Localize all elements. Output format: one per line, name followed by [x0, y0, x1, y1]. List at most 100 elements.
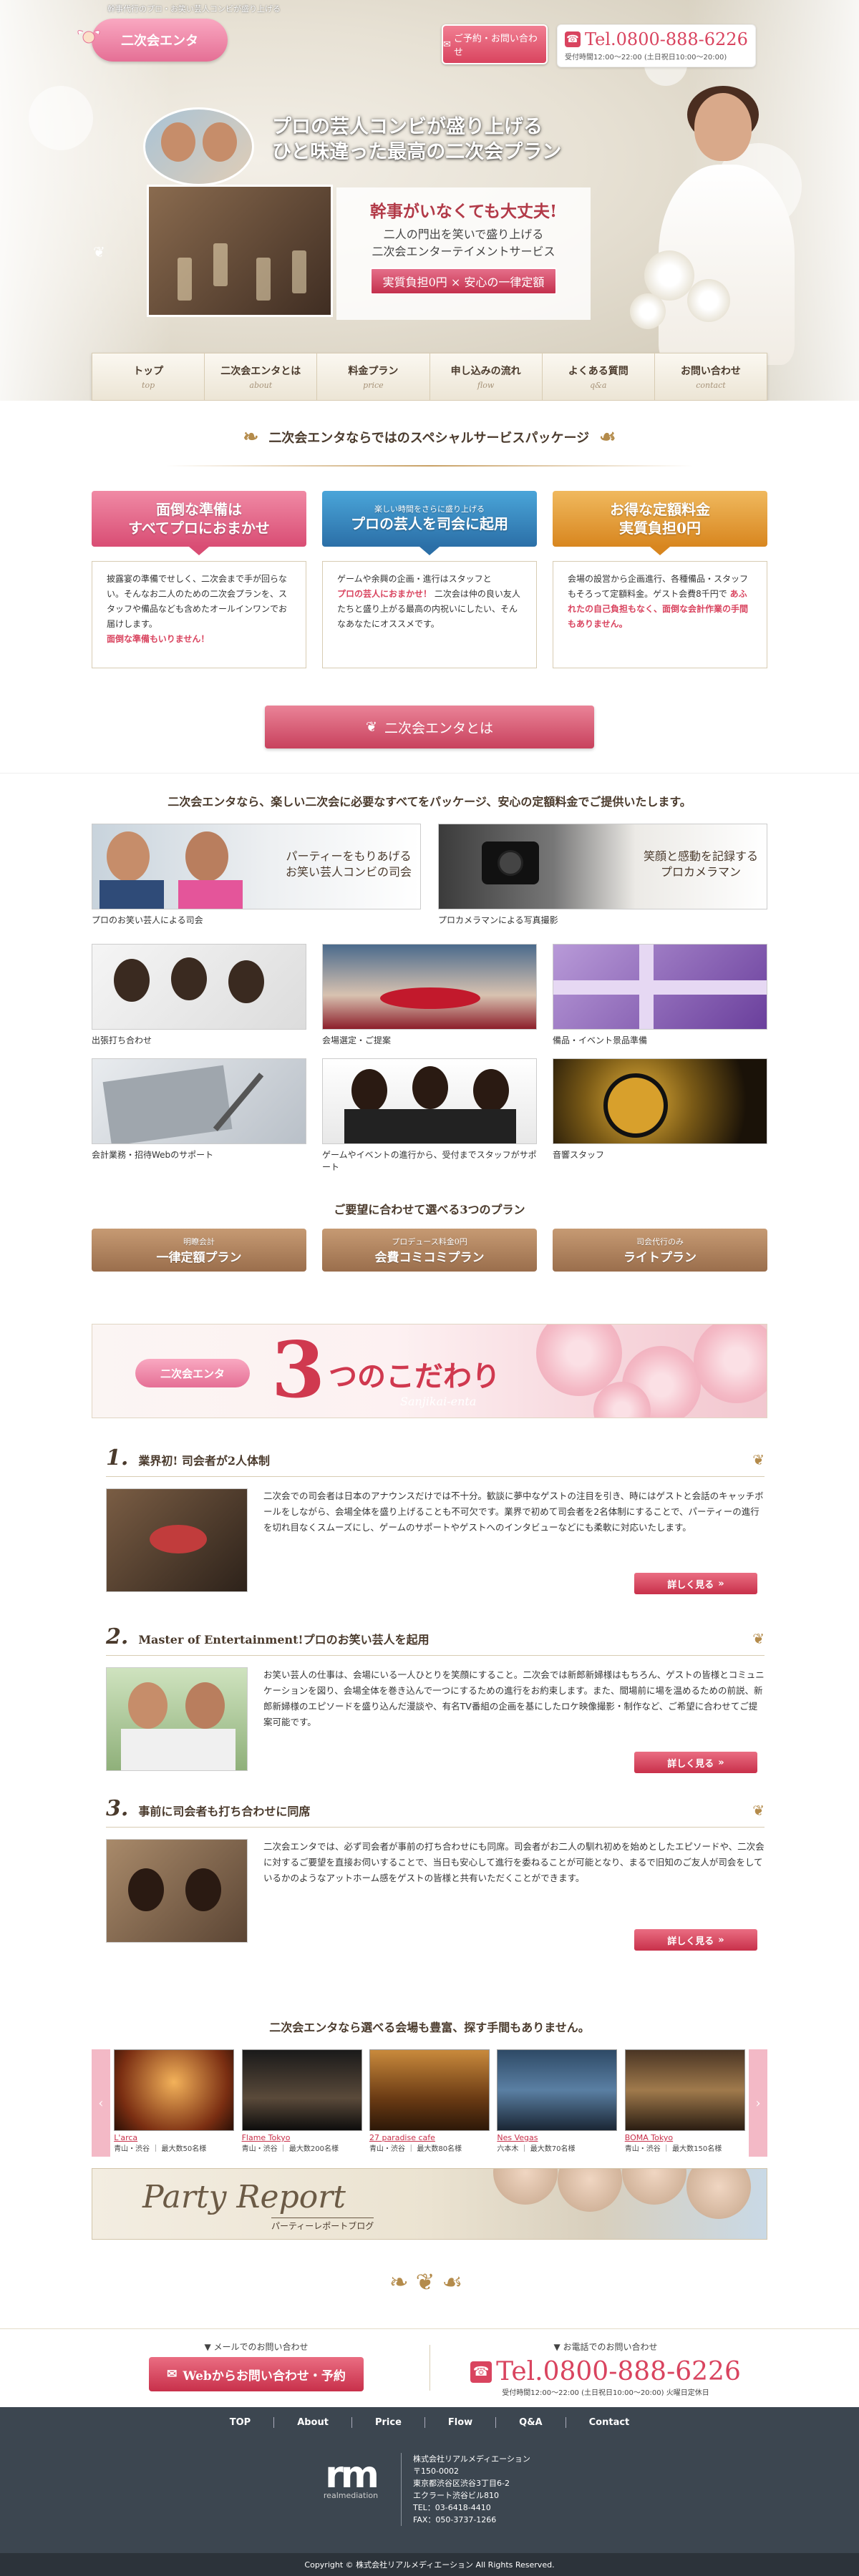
- report-subtitle: パーティーレポートブログ: [271, 2218, 374, 2232]
- nav-item-flow[interactable]: 申し込みの流れ flow: [430, 353, 543, 400]
- package-highlight: プロの芸人におまかせ！: [337, 589, 432, 599]
- package-text: 会場の設営から企画進行、各種備品・スタッフもそろって定額料金。ゲスト会費8千円で: [568, 574, 749, 599]
- staff-photo: [322, 1058, 537, 1144]
- tel-contact-number[interactable]: ☎ Tel.0800-888-6226: [444, 2357, 767, 2386]
- chevron-right-icon: »: [718, 1757, 724, 1768]
- venue-card[interactable]: 27 paradise cafe 青山・渋谷 ｜ 最大数80名様: [369, 2049, 490, 2153]
- footer-link-price[interactable]: Price: [352, 2417, 425, 2428]
- bottom-ornament: ❧❦☙: [0, 2268, 859, 2296]
- company-tel: TEL：03-6418-4410: [413, 2503, 491, 2513]
- chevron-right-icon: »: [718, 1934, 724, 1946]
- mc-photo: パーティーをもりあげる お笑い芸人コンビの司会: [92, 824, 421, 909]
- header-contact-button[interactable]: ✉ ご予約・お問い合わせ: [442, 24, 548, 64]
- tel-contact-label-text: お電話でのお問い合わせ: [563, 2342, 658, 2352]
- hero-panel-line2: 二次会エンターテイメントサービス: [372, 245, 555, 258]
- footer-link-flow[interactable]: Flow: [425, 2417, 497, 2428]
- site-logo[interactable]: 二次会エンタ: [77, 19, 228, 62]
- more-button[interactable]: 詳しく見る »: [634, 1573, 757, 1594]
- service-card[interactable]: 会計業務・招待Webのサポート: [92, 1058, 306, 1161]
- plan-label: ライトプラン: [623, 1250, 697, 1265]
- venue-info: 六本木 ｜ 最大数70名様: [497, 2145, 576, 2153]
- plan-button-flat[interactable]: 明瞭会計 一律定額プラン: [92, 1229, 306, 1272]
- footer-link-top[interactable]: TOP: [207, 2417, 275, 2428]
- service-card[interactable]: 出張打ち合わせ: [92, 944, 306, 1046]
- package-line1: 面倒な準備は: [156, 501, 242, 518]
- nav-item-price[interactable]: 料金プラン price: [317, 353, 430, 400]
- venue-name-link[interactable]: 27 paradise cafe: [369, 2133, 490, 2142]
- plan-button-light[interactable]: 司会代行のみ ライトプラン: [553, 1229, 767, 1272]
- footer-link-qa[interactable]: Q&A: [496, 2417, 566, 2428]
- hero-catch-line2: ひと味違った最高の二次会プラン: [272, 141, 562, 164]
- service-card[interactable]: 会場選定・ご提案: [322, 944, 537, 1046]
- service-caption: 出張打ち合わせ: [92, 1035, 152, 1045]
- point-number: 3.: [106, 1796, 129, 1821]
- venue-photo: [241, 2049, 362, 2131]
- point-photo: [106, 1667, 248, 1771]
- plan-button-all-in[interactable]: プロデュース料金0円 会費コミコミプラン: [322, 1229, 537, 1272]
- kodawari-script: Sanjikai-enta: [400, 1395, 477, 1408]
- point-title: 業界初! 司会者が2人体制: [138, 1454, 271, 1468]
- point-photo: [106, 1488, 248, 1592]
- bride-image: [616, 64, 830, 365]
- service-card-mc[interactable]: パーティーをもりあげる お笑い芸人コンビの司会 プロのお笑い芸人による司会: [92, 824, 421, 926]
- carousel-prev-button[interactable]: ‹: [92, 2049, 110, 2157]
- ornament-icon: ❦: [93, 243, 105, 260]
- venue-photo: [497, 2049, 618, 2131]
- nav-item-about[interactable]: 二次会エンタとは about: [205, 353, 318, 400]
- logo-wordmark: realmediation: [323, 2490, 379, 2500]
- venue-name-link[interactable]: Flame Tokyo: [242, 2133, 362, 2142]
- web-contact-button[interactable]: ✉ Webからお問い合わせ・予約: [149, 2357, 364, 2391]
- service-card-photographer[interactable]: 笑顔と感動を記録する プロカメラマン プロカメラマンによる写真撮影: [438, 824, 767, 926]
- package-card: 楽しい時間をさらに盛り上げる プロの芸人を司会に起用 ゲームや余興の企画・進行は…: [322, 491, 537, 668]
- point-text: 二次会エンタでは、必ず司会者が事前の打ち合わせにも同席。司会者がお二人の馴れ初め…: [263, 1841, 765, 1883]
- service-card[interactable]: 備品・イベント景品準備: [553, 944, 767, 1046]
- about-cta-button[interactable]: ❦ 二次会エンタとは: [265, 706, 594, 748]
- section-title: ❧ 二次会エンタならではのスペシャルサービスパッケージ ☙: [0, 426, 859, 448]
- venue-setup-photo: [322, 944, 537, 1030]
- nav-item-contact[interactable]: お問い合わせ contact: [655, 353, 767, 400]
- nav-sublabel: about: [249, 381, 273, 390]
- header-tel-box[interactable]: ☎ Tel.0800-888-6226 受付時間12:00～22:00 (土日祝…: [557, 24, 756, 67]
- nav-item-top[interactable]: トップ top: [92, 353, 205, 400]
- service-overlay-line2: お笑い芸人コンビの司会: [285, 865, 412, 879]
- point-1: 1. 業界初! 司会者が2人体制 ❦ 二次会での司会者は日本のアナウンスだけでは…: [106, 1445, 765, 1596]
- venue-card[interactable]: Nes Vegas 六本木 ｜ 最大数70名様: [497, 2049, 618, 2153]
- venue-card[interactable]: Flame Tokyo 青山・渋谷 ｜ 最大数200名様: [241, 2049, 362, 2153]
- point-header: 1. 業界初! 司会者が2人体制 ❦: [106, 1445, 765, 1477]
- point-title: 事前に司会者も打ち合わせに同席: [138, 1805, 311, 1818]
- carousel-next-button[interactable]: ›: [749, 2049, 767, 2157]
- service-card[interactable]: ゲームやイベントの進行から、受付までスタッフがサポート: [322, 1058, 537, 1173]
- service-overlay-line2: プロカメラマン: [660, 865, 741, 879]
- venue-info: 青山・渋谷 ｜ 最大数200名様: [241, 2145, 339, 2153]
- footer-link-about[interactable]: About: [274, 2417, 352, 2428]
- point-number: 2.: [106, 1624, 129, 1649]
- package-list: 面倒な準備は すべてプロにおまかせ 披露宴の準備でせしく、二次会まで手が回らない…: [92, 491, 767, 668]
- logo-mark: rm: [325, 2453, 379, 2497]
- nav-label: 二次会エンタとは: [220, 366, 301, 377]
- nav-item-qa[interactable]: よくある質問 q&a: [543, 353, 655, 400]
- point-3: 3. 事前に司会者も打ち合わせに同席 ❦ 二次会エンタでは、必ず司会者が事前の打…: [106, 1796, 765, 1968]
- more-button[interactable]: 詳しく見る »: [634, 1752, 757, 1773]
- venue-name-link[interactable]: BOMA Tokyo: [625, 2133, 745, 2142]
- venue-card[interactable]: L'arca 青山・渋谷 ｜ 最大数50名様: [114, 2049, 235, 2153]
- kodawari-title: つのこだわり: [329, 1360, 500, 1393]
- contact-strip: ▼ メールでのお問い合わせ ✉ Webからお問い合わせ・予約 ▼ お電話でのお問…: [0, 2328, 859, 2407]
- venue-card[interactable]: BOMA Tokyo 青山・渋谷 ｜ 最大数150名様: [624, 2049, 745, 2153]
- footer-link-contact[interactable]: Contact: [566, 2417, 653, 2428]
- more-button[interactable]: 詳しく見る »: [634, 1929, 757, 1951]
- company-logo: rm realmediation: [315, 2453, 387, 2503]
- phone-icon: ☎: [470, 2361, 492, 2383]
- nav-sublabel: top: [142, 381, 155, 390]
- venue-name-link[interactable]: Nes Vegas: [497, 2133, 617, 2142]
- venue-name-link[interactable]: L'arca: [114, 2133, 234, 2142]
- service-card[interactable]: 音響スタッフ: [553, 1058, 767, 1161]
- nav-label: 料金プラン: [348, 366, 399, 377]
- package-header: 楽しい時間をさらに盛り上げる プロの芸人を司会に起用: [322, 491, 537, 547]
- footer-nav: TOP About Price Flow Q&A Contact: [0, 2407, 859, 2428]
- more-label: 詳しく見る: [667, 1579, 714, 1591]
- venues-section: 二次会エンタなら選べる会場も豊富、探す手間もありません。 ‹ L'arca 青山…: [0, 2018, 859, 2347]
- header-contact-label: ご予約・お問い合わせ: [453, 34, 538, 58]
- company-address2: エクラート渋谷ビル810: [413, 2491, 499, 2501]
- point-title: Master of Entertainment!プロのお笑い芸人を起用: [138, 1633, 430, 1646]
- party-report-banner[interactable]: Party Report パーティーレポートブログ: [92, 2168, 767, 2240]
